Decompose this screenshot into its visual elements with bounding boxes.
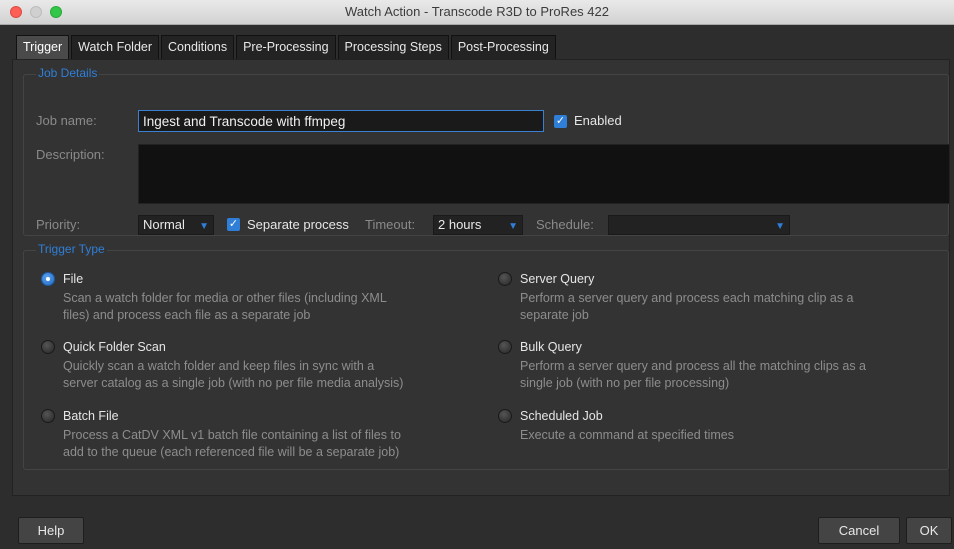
description-field[interactable] (138, 144, 950, 204)
trigger-quick-folder-scan-label: Quick Folder Scan (63, 340, 166, 354)
tab-processing-steps[interactable]: Processing Steps (337, 35, 449, 59)
tab-content: Job Details Job name: ✓ Enabled Descript… (12, 59, 950, 496)
priority-value: Normal (143, 217, 185, 232)
window-titlebar: Watch Action - Transcode R3D to ProRes 4… (0, 0, 954, 25)
cancel-button[interactable]: Cancel (818, 517, 900, 544)
timeout-label: Timeout: (365, 217, 416, 232)
enabled-label: Enabled (574, 113, 622, 128)
trigger-type-title: Trigger Type (36, 242, 107, 256)
trigger-batch-file-desc-line: Process a CatDV XML v1 batch file contai… (63, 428, 401, 442)
schedule-select[interactable]: ▼ (608, 215, 790, 235)
trigger-batch-file-desc-line: add to the queue (each referenced file w… (63, 445, 400, 459)
ok-button[interactable]: OK (906, 517, 952, 544)
trigger-server-query-desc-line: separate job (520, 308, 589, 322)
trigger-file-radio[interactable] (41, 272, 55, 286)
trigger-scheduled-job-label: Scheduled Job (520, 409, 603, 423)
priority-label: Priority: (36, 217, 81, 232)
tab-pre-processing[interactable]: Pre-Processing (236, 35, 336, 59)
trigger-bulk-query-desc-line: Perform a server query and process all t… (520, 359, 866, 373)
timeout-select[interactable]: 2 hours ▼ (433, 215, 523, 235)
trigger-quick-folder-scan-desc-line: server catalog as a single job (with no … (63, 376, 404, 390)
job-name-input[interactable] (138, 110, 544, 132)
dialog: Trigger Watch Folder Conditions Pre-Proc… (0, 25, 954, 549)
tab-bar: Trigger Watch Folder Conditions Pre-Proc… (16, 35, 558, 59)
trigger-scheduled-job-desc-line: Execute a command at specified times (520, 428, 734, 442)
trigger-file-label: File (63, 272, 84, 286)
enabled-checkbox[interactable]: ✓ (554, 115, 567, 128)
trigger-file-desc-line: Scan a watch folder for media or other f… (63, 291, 387, 305)
separate-process-checkbox[interactable]: ✓ (227, 218, 240, 231)
chevron-down-icon: ▼ (199, 221, 209, 232)
checkmark-icon: ✓ (228, 218, 239, 230)
window-title: Watch Action - Transcode R3D to ProRes 4… (345, 4, 609, 19)
help-button[interactable]: Help (18, 517, 84, 544)
trigger-server-query-radio[interactable] (498, 272, 512, 286)
trigger-bulk-query-label: Bulk Query (520, 340, 582, 354)
chevron-down-icon: ▼ (775, 221, 785, 232)
job-name-label: Job name: (36, 113, 97, 128)
trigger-file-desc-line: files) and process each file as a separa… (63, 308, 311, 322)
trigger-bulk-query-radio[interactable] (498, 340, 512, 354)
schedule-label: Schedule: (536, 217, 594, 232)
trigger-batch-file-label: Batch File (63, 409, 119, 423)
tab-post-processing[interactable]: Post-Processing (450, 35, 556, 59)
tab-trigger[interactable]: Trigger (16, 35, 70, 59)
chevron-down-icon: ▼ (508, 221, 518, 232)
separate-process-label: Separate process (247, 217, 349, 232)
trigger-type-group: Trigger Type File Scan a watch folder fo… (23, 242, 949, 470)
trigger-quick-folder-scan-radio[interactable] (41, 340, 55, 354)
priority-select[interactable]: Normal ▼ (138, 215, 214, 235)
tab-watch-folder[interactable]: Watch Folder (71, 35, 160, 59)
tab-conditions[interactable]: Conditions (161, 35, 235, 59)
trigger-batch-file-radio[interactable] (41, 409, 55, 423)
job-details-group: Job Details Job name: ✓ Enabled Descript… (23, 66, 950, 236)
checkmark-icon: ✓ (555, 115, 566, 127)
description-label: Description: (36, 147, 105, 162)
trigger-quick-folder-scan-desc-line: Quickly scan a watch folder and keep fil… (63, 359, 375, 373)
trigger-server-query-label: Server Query (520, 272, 595, 286)
trigger-scheduled-job-radio[interactable] (498, 409, 512, 423)
job-details-title: Job Details (36, 66, 100, 80)
timeout-value: 2 hours (438, 217, 482, 232)
trigger-bulk-query-desc-line: single job (with no per file processing) (520, 376, 730, 390)
trigger-server-query-desc-line: Perform a server query and process each … (520, 291, 854, 305)
